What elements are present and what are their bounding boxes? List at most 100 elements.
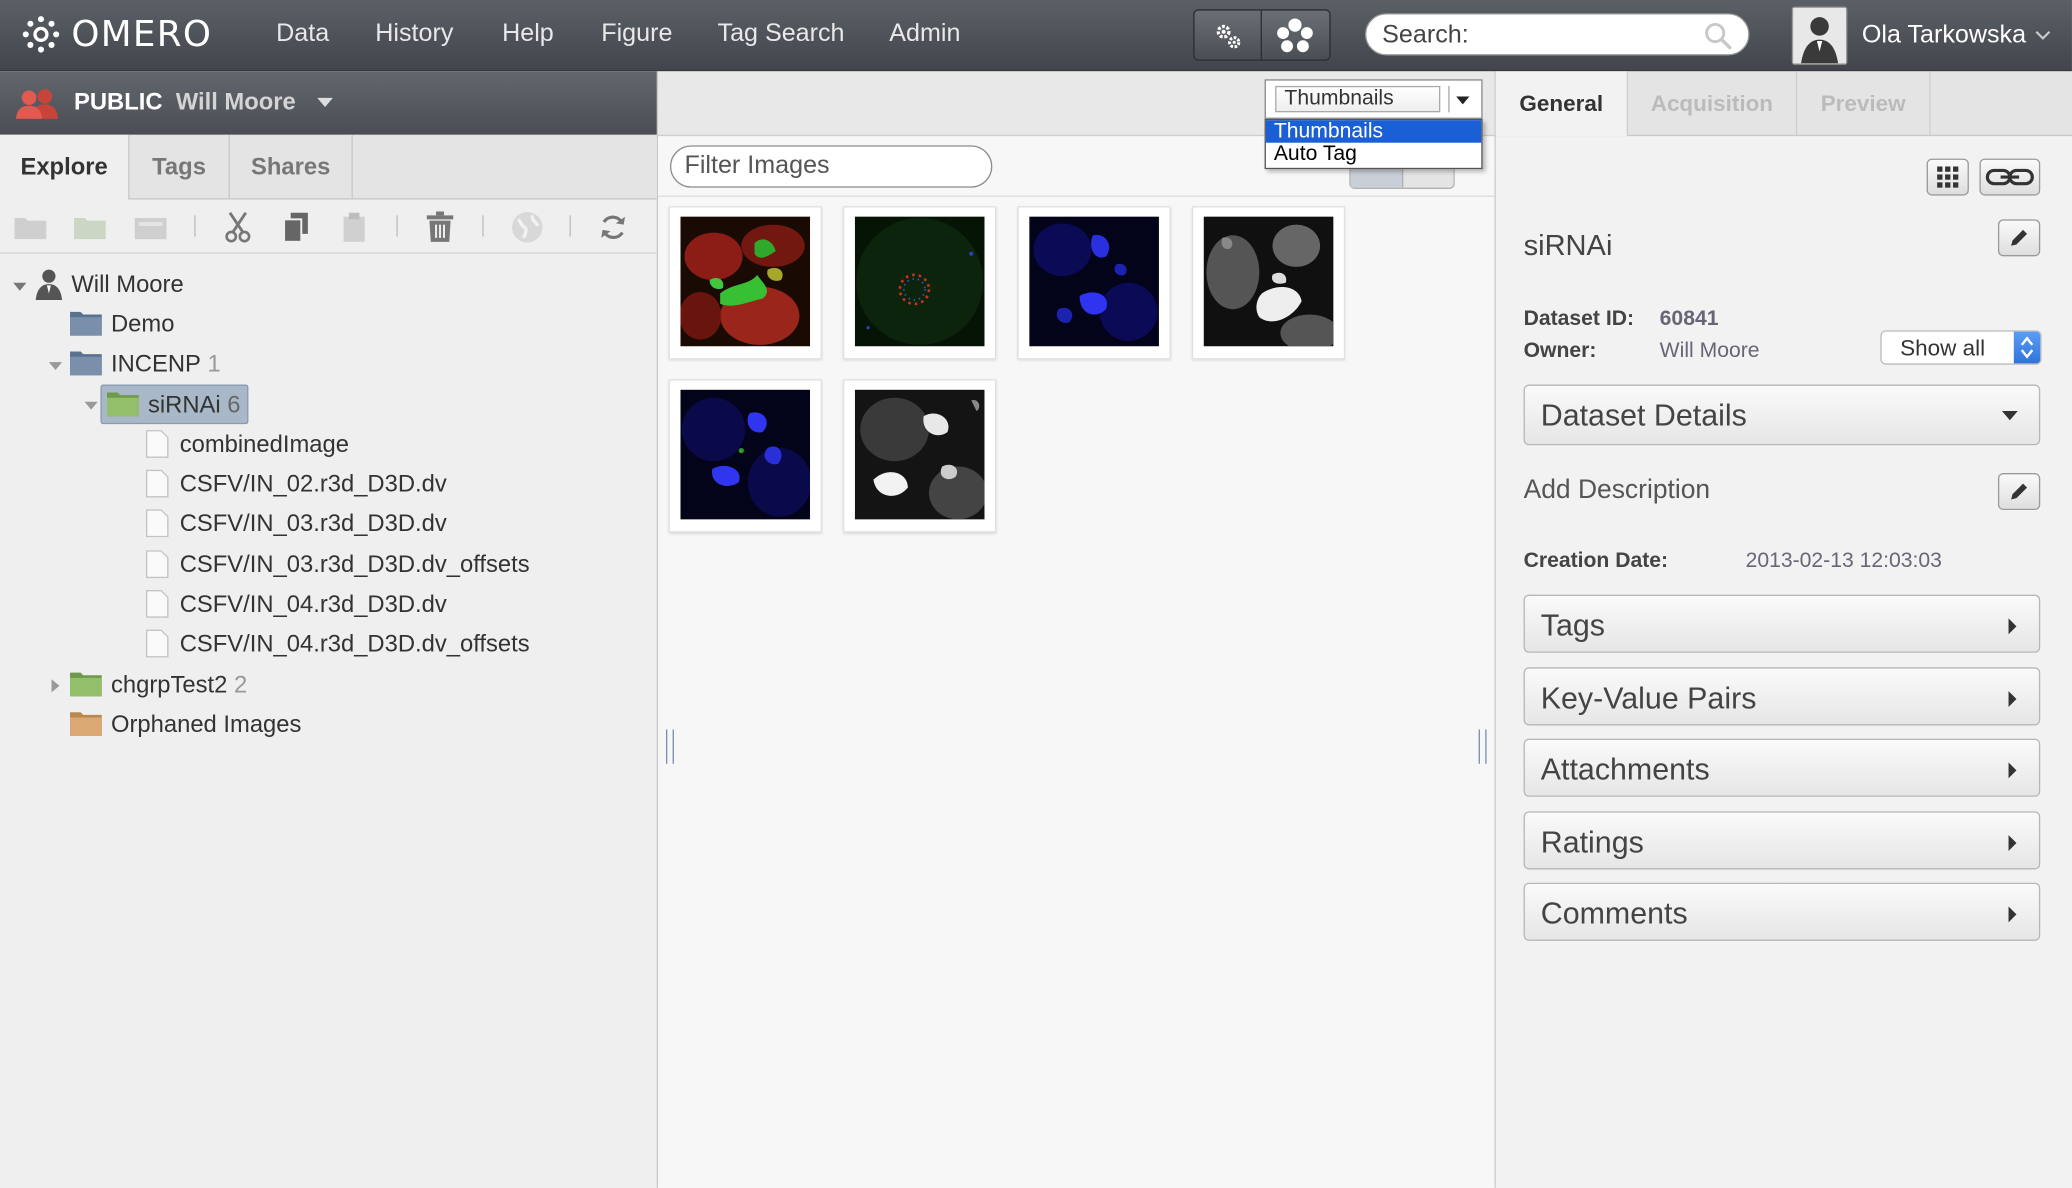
- copy-button[interactable]: [279, 210, 313, 244]
- caret-right-icon: [2008, 835, 2017, 851]
- logo-text: OMERO: [71, 13, 213, 55]
- add-description-label: Add Description: [1523, 475, 1711, 505]
- tab-preview[interactable]: Preview: [1797, 71, 1931, 135]
- image-thumbnail[interactable]: [668, 206, 822, 360]
- orphaned-folder-icon: [70, 712, 102, 737]
- omero-logo[interactable]: OMERO: [21, 12, 212, 57]
- pencil-icon: [2011, 483, 2028, 500]
- caret-down-icon[interactable]: [317, 97, 333, 109]
- select-arrow: [1448, 85, 1476, 113]
- attachments-section[interactable]: Attachments: [1523, 738, 2041, 797]
- option-thumbnails[interactable]: Thumbnails: [1265, 120, 1482, 143]
- left-tab-bar: Explore Tags Shares: [0, 134, 657, 200]
- section-title: Attachments: [1540, 751, 1710, 787]
- tree-node-label: CSFV/IN_03.r3d_D3D.dv: [179, 509, 447, 536]
- cut-button[interactable]: [221, 210, 255, 244]
- caret-right-icon: [2008, 618, 2017, 635]
- user-avatar[interactable]: [1791, 6, 1848, 65]
- caret-down-icon: [1456, 96, 1470, 105]
- tree-node-user[interactable]: Will Moore: [32, 267, 184, 301]
- child-count: 2: [233, 670, 248, 698]
- link-button[interactable]: [1979, 158, 2041, 196]
- refresh-button[interactable]: [596, 210, 630, 244]
- edit-description-button[interactable]: [1997, 473, 2041, 511]
- thumbnail-image: [854, 389, 985, 520]
- nav-data[interactable]: Data: [276, 20, 329, 49]
- top-navigation-bar: OMERO Data History Help Figure Tag Searc…: [0, 0, 2072, 72]
- collapse-arrow-icon[interactable]: [49, 679, 62, 693]
- tree-toolbar: [0, 200, 657, 254]
- project-folder-icon: [70, 311, 102, 336]
- user-name-menu[interactable]: Ola Tarkowska: [1862, 21, 2026, 50]
- tree-node-label: INCENP: [110, 349, 201, 376]
- tree-node-dataset[interactable]: chgrpTest2 2: [69, 667, 247, 701]
- tab-general[interactable]: General: [1495, 71, 1628, 137]
- search-icon[interactable]: [1703, 21, 1732, 50]
- expand-arrow-icon[interactable]: [84, 399, 98, 412]
- activities-button[interactable]: [1260, 10, 1328, 60]
- pencil-icon: [2011, 229, 2028, 246]
- tree-node-project[interactable]: Demo: [69, 307, 174, 341]
- tab-tags[interactable]: Tags: [129, 134, 230, 199]
- left-resize-handle[interactable]: [665, 729, 674, 764]
- nav-tag-search[interactable]: Tag Search: [718, 20, 845, 49]
- new-dataset-button[interactable]: [73, 210, 107, 244]
- tree-node-label: CSFV/IN_04.r3d_D3D.dv_offsets: [179, 629, 530, 657]
- ratings-section[interactable]: Ratings: [1523, 811, 2041, 870]
- edit-name-button[interactable]: [1997, 219, 2041, 257]
- copy-icon: [283, 212, 308, 243]
- nav-figure[interactable]: Figure: [601, 20, 672, 49]
- view-mode-select[interactable]: Thumbnails: [1264, 79, 1483, 119]
- search-input[interactable]: [1379, 19, 1702, 52]
- image-thumbnail[interactable]: [668, 379, 822, 533]
- image-thumbnail[interactable]: [1191, 206, 1346, 360]
- show-all-select[interactable]: Show all: [1880, 330, 2042, 365]
- tree-node-orphaned[interactable]: Orphaned Images: [69, 707, 301, 741]
- tree-node-image[interactable]: combinedImage: [145, 427, 349, 461]
- new-screen-button[interactable]: [133, 210, 167, 244]
- nav-help[interactable]: Help: [502, 20, 554, 49]
- gears-icon: [1216, 24, 1241, 48]
- tree-node-image[interactable]: CSFV/IN_02.r3d_D3D.dv: [145, 466, 447, 500]
- image-file-icon: [146, 509, 169, 538]
- new-container-button[interactable]: [13, 210, 47, 244]
- image-thumbnail[interactable]: [843, 206, 997, 360]
- tree-node-project[interactable]: INCENP 1: [69, 346, 221, 380]
- paste-icon: [343, 212, 365, 242]
- tab-explore[interactable]: Explore: [0, 134, 130, 200]
- right-resize-handle[interactable]: [1478, 729, 1487, 764]
- comments-section[interactable]: Comments: [1523, 882, 2041, 941]
- open-in-viewer-button[interactable]: [1926, 158, 1969, 196]
- tab-shares[interactable]: Shares: [230, 134, 353, 199]
- center-panel: [658, 71, 1496, 1188]
- nav-admin[interactable]: Admin: [889, 20, 960, 49]
- scripts-button[interactable]: [1195, 11, 1261, 60]
- tree-node-image[interactable]: CSFV/IN_03.r3d_D3D.dv: [145, 506, 447, 540]
- expand-arrow-icon[interactable]: [13, 280, 27, 293]
- delete-button[interactable]: [423, 210, 457, 244]
- group-user-switcher[interactable]: PUBLIC Will Moore: [0, 71, 657, 135]
- caret-right-icon: [2008, 691, 2017, 707]
- image-thumbnail[interactable]: [1017, 206, 1171, 360]
- tags-section[interactable]: Tags: [1523, 594, 2041, 653]
- dataset-id-label: Dataset ID:: [1523, 307, 1635, 331]
- dataset-details-section[interactable]: Dataset Details: [1523, 384, 2041, 446]
- image-thumbnail[interactable]: [843, 379, 997, 533]
- nav-history[interactable]: History: [375, 20, 453, 49]
- paste-button[interactable]: [337, 210, 371, 244]
- tab-acquisition[interactable]: Acquisition: [1628, 71, 1798, 135]
- expand-arrow-icon[interactable]: [48, 359, 63, 372]
- chevron-down-icon[interactable]: [2035, 30, 2051, 41]
- key-value-pairs-section[interactable]: Key-Value Pairs: [1523, 667, 2041, 726]
- option-auto-tag[interactable]: Auto Tag: [1266, 143, 1481, 165]
- tree-node-image[interactable]: CSFV/IN_04.r3d_D3D.dv: [145, 587, 447, 621]
- tree-node-dataset-selected[interactable]: siRNAi 6: [100, 384, 249, 425]
- dataset-folder-icon: [70, 672, 102, 697]
- permissions-button[interactable]: [510, 210, 544, 244]
- filter-images-input[interactable]: [669, 145, 993, 188]
- group-user-name: Will Moore: [175, 88, 296, 115]
- tree-node-image[interactable]: CSFV/IN_03.r3d_D3D.dv_offsets: [145, 547, 530, 581]
- thumbnail-image: [854, 216, 985, 347]
- tree-node-image[interactable]: CSFV/IN_04.r3d_D3D.dv_offsets: [145, 626, 530, 660]
- tree-node-label: Will Moore: [71, 270, 184, 297]
